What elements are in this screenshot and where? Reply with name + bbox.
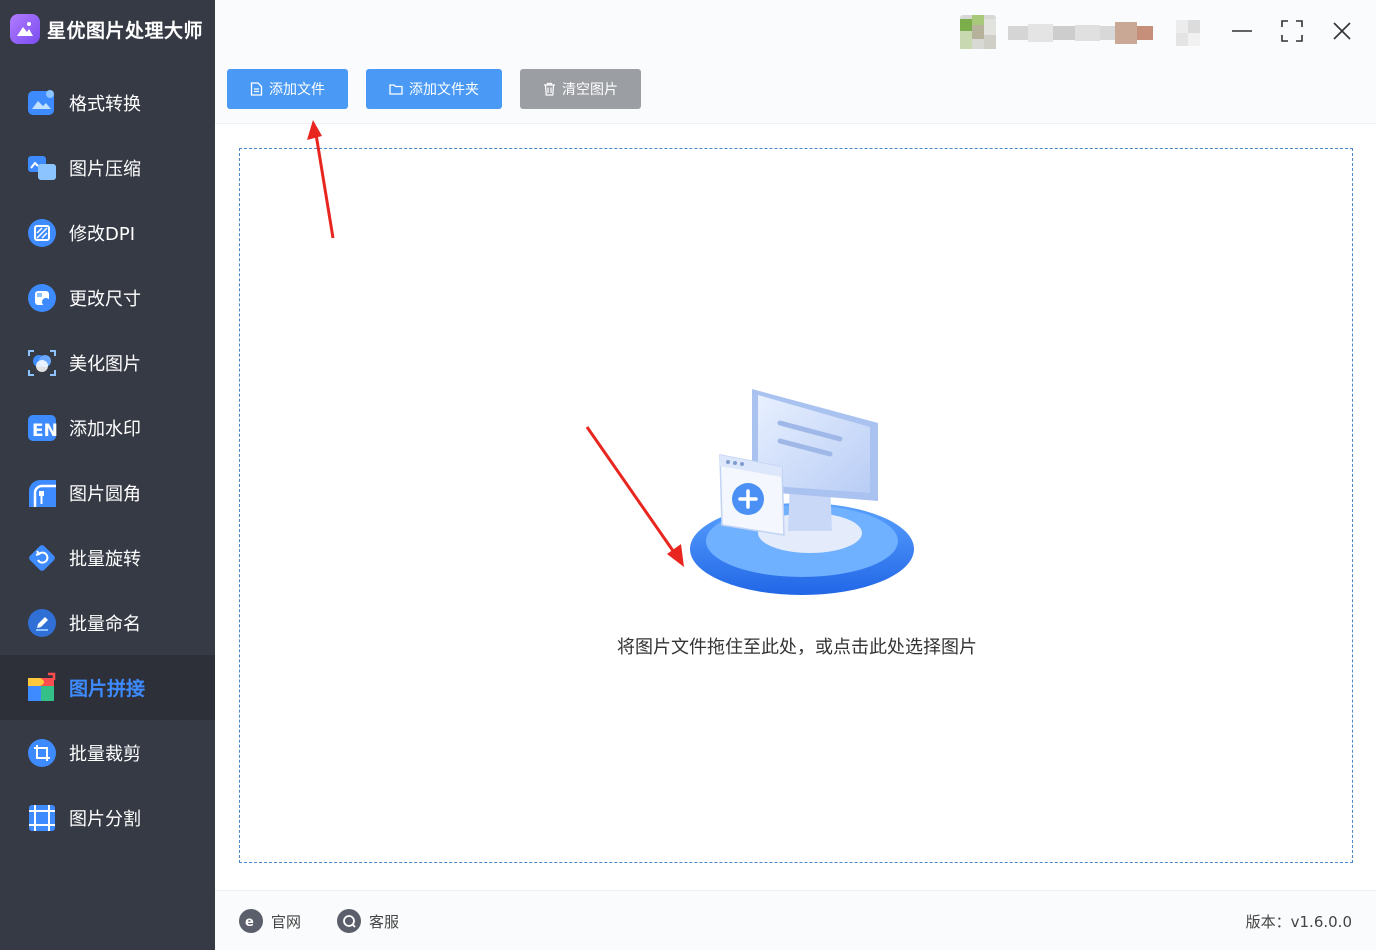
image-compress-icon <box>26 152 58 184</box>
sidebar-item-rounded-corner[interactable]: 图片圆角 <box>0 460 215 525</box>
sidebar-nav: 格式转换 图片压缩 修改DPI 更改尺寸 美化图片 EN 添加水印 图片圆角 批… <box>0 70 215 850</box>
add-file-button[interactable]: 添加文件 <box>227 69 348 109</box>
folder-icon <box>389 84 403 95</box>
maximize-button[interactable] <box>1277 16 1307 46</box>
sidebar-item-image-split[interactable]: 图片分割 <box>0 785 215 850</box>
website-link[interactable]: e 官网 <box>239 909 301 933</box>
svg-text:EN: EN <box>32 421 58 441</box>
beautify-icon <box>26 347 58 379</box>
sidebar-item-modify-dpi[interactable]: 修改DPI <box>0 200 215 265</box>
sidebar-item-watermark[interactable]: EN 添加水印 <box>0 395 215 460</box>
close-button[interactable] <box>1327 16 1357 46</box>
version-label: 版本：v1.6.0.0 <box>1245 913 1352 931</box>
rounded-corner-icon <box>26 477 58 509</box>
file-icon <box>250 82 263 96</box>
sidebar-item-batch-rotate[interactable]: 批量旋转 <box>0 525 215 590</box>
footer: e 官网 客服 版本：v1.6.0.0 <box>215 890 1376 950</box>
app-title: 星优图片处理大师 <box>47 19 204 42</box>
svg-text:e: e <box>245 915 254 929</box>
status-chip-obscured <box>1176 20 1200 46</box>
user-avatar[interactable] <box>960 15 996 49</box>
add-folder-button[interactable]: 添加文件夹 <box>366 69 502 109</box>
watermark-icon: EN <box>26 412 58 444</box>
clear-images-button[interactable]: 清空图片 <box>520 69 641 109</box>
app-logo-icon <box>10 14 40 44</box>
toolbar: 添加文件 添加文件夹 清空图片 <box>215 60 1376 124</box>
sidebar-item-image-compress[interactable]: 图片压缩 <box>0 135 215 200</box>
monitor-upload-illustration <box>680 381 920 603</box>
sidebar-item-format-convert[interactable]: 格式转换 <box>0 70 215 135</box>
dpi-icon <box>26 217 58 249</box>
browser-e-icon: e <box>239 909 263 933</box>
sidebar-item-resize[interactable]: 更改尺寸 <box>0 265 215 330</box>
image-convert-icon <box>26 87 58 119</box>
crop-icon <box>26 737 58 769</box>
sidebar-item-batch-rename[interactable]: 批量命名 <box>0 590 215 655</box>
rename-icon <box>26 607 58 639</box>
username-obscured <box>1008 20 1153 46</box>
sidebar-item-batch-crop[interactable]: 批量裁剪 <box>0 720 215 785</box>
fullscreen-icon <box>1281 20 1303 42</box>
rotate-icon <box>26 542 58 574</box>
minimize-icon <box>1232 30 1252 32</box>
support-link[interactable]: 客服 <box>337 909 399 933</box>
drop-hint-text: 将图片文件拖住至此处，或点击此处选择图片 <box>617 637 977 658</box>
minimize-button[interactable] <box>1227 16 1257 46</box>
main-area: 将图片文件拖住至此处，或点击此处选择图片 <box>215 124 1376 890</box>
split-icon <box>26 802 58 834</box>
sidebar-item-image-stitch[interactable]: 图片拼接 <box>0 655 215 720</box>
brand: 星优图片处理大师 <box>0 0 215 58</box>
close-icon <box>1333 22 1351 40</box>
puzzle-stitch-icon <box>26 672 58 704</box>
chat-support-icon <box>337 909 361 933</box>
title-bar <box>215 0 1376 60</box>
file-drop-zone[interactable]: 将图片文件拖住至此处，或点击此处选择图片 <box>239 148 1353 863</box>
sidebar: 星优图片处理大师 格式转换 图片压缩 修改DPI 更改尺寸 美化图片 EN 添加… <box>0 0 215 950</box>
sidebar-item-beautify[interactable]: 美化图片 <box>0 330 215 395</box>
trash-icon <box>544 82 555 96</box>
resize-icon <box>26 282 58 314</box>
